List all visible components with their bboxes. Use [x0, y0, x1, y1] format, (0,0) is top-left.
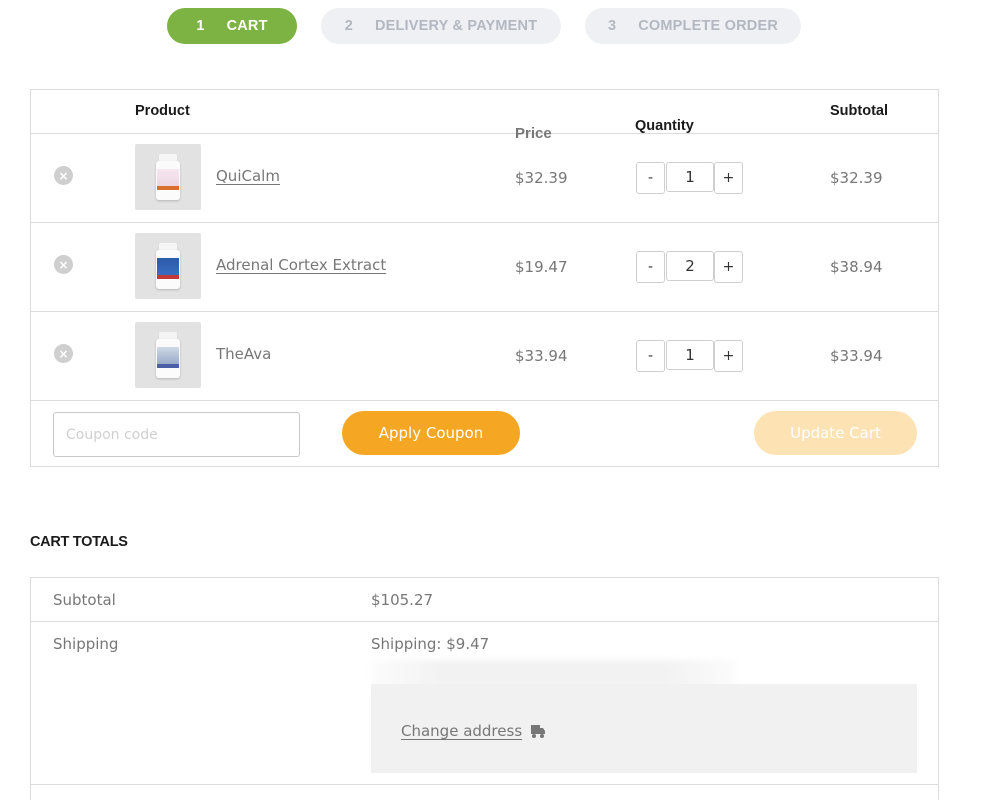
step-label: COMPLETE ORDER [638, 18, 778, 34]
cart-row: × Adrenal Cortex Extract $19.47 - 2 + $3… [31, 223, 938, 312]
quantity-stepper: - 2 + [636, 251, 744, 283]
product-name: TheAva [216, 345, 272, 363]
quantity-decrease-button[interactable]: - [636, 162, 665, 194]
update-cart-button[interactable]: Update Cart [754, 411, 917, 455]
header-subtotal: Subtotal [830, 103, 888, 119]
quantity-increase-button[interactable]: + [714, 340, 743, 372]
product-thumbnail[interactable] [135, 233, 201, 299]
shipping-value: Shipping: $9.47 [371, 635, 490, 653]
totals-shipping-row: Shipping Shipping: $9.47 Change address [31, 622, 938, 785]
product-subtotal: $32.39 [830, 169, 883, 187]
product-subtotal: $38.94 [830, 258, 883, 276]
step-number: 3 [607, 18, 617, 34]
product-thumbnail[interactable] [135, 144, 201, 210]
quantity-input[interactable]: 1 [666, 162, 714, 192]
cart-table: Product Price Quantity Subtotal × QuiCal… [30, 89, 939, 467]
product-subtotal: $33.94 [830, 347, 883, 365]
step-cart[interactable]: 1 CART [167, 8, 297, 44]
product-price: $32.39 [515, 169, 568, 187]
shipping-address-box: Change address [371, 684, 917, 773]
quantity-increase-button[interactable]: + [714, 162, 743, 194]
quantity-stepper: - 1 + [636, 162, 744, 194]
step-label: DELIVERY & PAYMENT [374, 18, 538, 34]
subtotal-label: Subtotal [53, 591, 116, 609]
quantity-input[interactable]: 2 [666, 251, 714, 281]
checkout-steps: 1 CART 2 DELIVERY & PAYMENT 3 COMPLETE O… [0, 8, 1000, 44]
cart-table-header: Product Price Quantity Subtotal [31, 90, 938, 142]
quantity-stepper: - 1 + [636, 340, 744, 372]
cart-row: × QuiCalm $32.39 - 1 + $32.39 [31, 134, 938, 223]
quantity-decrease-button[interactable]: - [636, 251, 665, 283]
header-product: Product [135, 103, 190, 119]
apply-coupon-button[interactable]: Apply Coupon [342, 411, 520, 455]
step-label: CART [226, 18, 268, 34]
product-name-link[interactable]: Adrenal Cortex Extract [216, 256, 386, 274]
cart-row: × TheAva $33.94 - 1 + $33.94 [31, 312, 938, 401]
product-price: $33.94 [515, 347, 568, 365]
cart-totals-title: CART TOTALS [30, 534, 128, 550]
step-number: 1 [196, 18, 205, 34]
quantity-decrease-button[interactable]: - [636, 340, 665, 372]
step-number: 2 [344, 18, 353, 34]
step-delivery-payment[interactable]: 2 DELIVERY & PAYMENT [321, 8, 561, 44]
quantity-input[interactable]: 1 [666, 340, 714, 370]
remove-item-icon[interactable]: × [54, 344, 73, 363]
product-thumbnail [135, 322, 201, 388]
quantity-increase-button[interactable]: + [714, 251, 743, 283]
product-price: $19.47 [515, 258, 568, 276]
remove-item-icon[interactable]: × [54, 255, 73, 274]
coupon-code-input[interactable] [53, 412, 300, 457]
totals-subtotal-row: Subtotal $105.27 [31, 578, 938, 622]
remove-item-icon[interactable]: × [54, 166, 73, 185]
truck-icon [531, 725, 545, 738]
product-name-link[interactable]: QuiCalm [216, 167, 280, 185]
cart-actions: Apply Coupon Update Cart [31, 401, 938, 467]
shipping-label: Shipping [53, 635, 119, 653]
subtotal-value: $105.27 [371, 591, 434, 609]
change-address-link[interactable]: Change address [401, 722, 522, 740]
cart-totals-table: Subtotal $105.27 Shipping Shipping: $9.4… [30, 577, 939, 800]
step-complete-order[interactable]: 3 COMPLETE ORDER [585, 8, 801, 44]
